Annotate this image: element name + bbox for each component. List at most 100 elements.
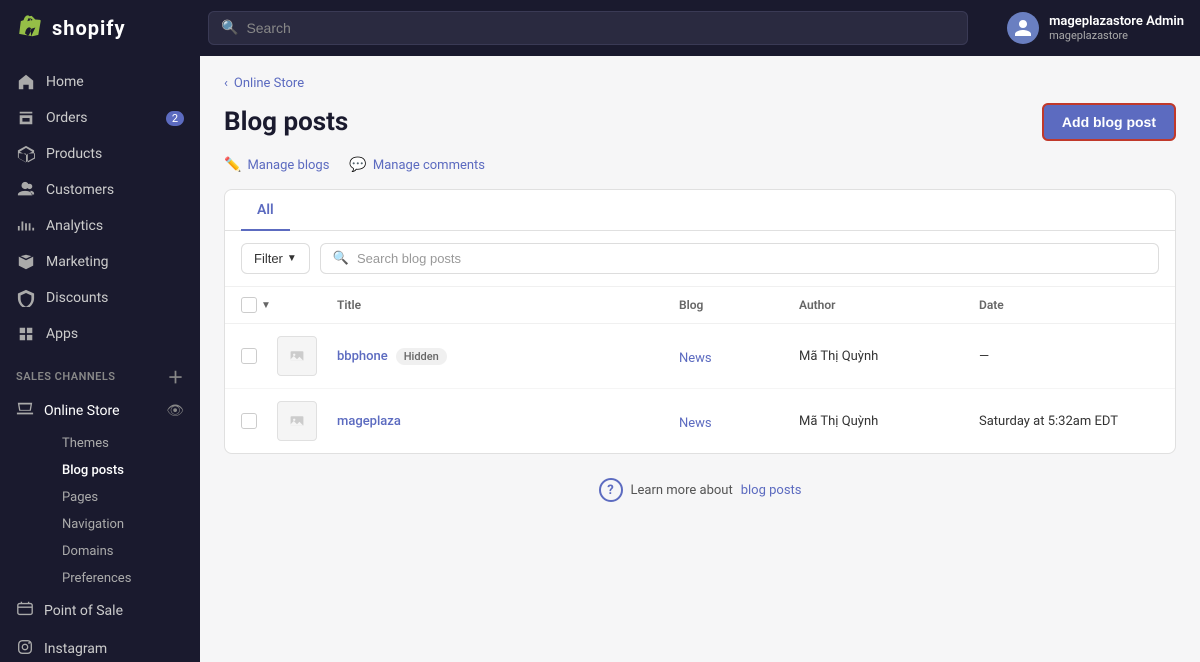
sales-channels-header: SALES CHANNELS ＋	[0, 352, 200, 392]
sidebar-label-discounts: Discounts	[46, 290, 108, 306]
sidebar-item-pos[interactable]: Point of Sale	[0, 592, 200, 630]
sidebar-item-analytics[interactable]: Analytics	[0, 208, 200, 244]
page-title: Blog posts	[224, 107, 348, 137]
filter-bar: Filter ▼ 🔍	[225, 231, 1175, 287]
add-channel-icon[interactable]: ＋	[167, 364, 184, 388]
online-store-icon	[16, 400, 34, 422]
sidebar-sub-pages[interactable]: Pages	[46, 484, 200, 511]
instagram-icon	[16, 638, 34, 660]
sidebar-item-instagram[interactable]: Instagram	[0, 630, 200, 662]
blog-posts-card: All Filter ▼ 🔍 ▼	[224, 189, 1176, 454]
search-bar[interactable]: 🔍	[208, 11, 968, 45]
col-blog-header: Blog	[679, 298, 799, 312]
marketing-icon	[16, 252, 36, 272]
sub-actions: ✏️ Manage blogs 💬 Manage comments	[224, 157, 1176, 173]
filter-button[interactable]: Filter ▼	[241, 243, 310, 274]
add-blog-post-button[interactable]: Add blog post	[1042, 103, 1176, 141]
table-row: mageplaza News Mã Thị Quỳnh Saturday at …	[225, 389, 1175, 453]
learn-more-inner: ? Learn more about blog posts	[599, 478, 802, 502]
row1-checkbox[interactable]	[241, 348, 277, 364]
sidebar-sub-navigation[interactable]: Navigation	[46, 511, 200, 538]
row2-title-cell: mageplaza	[337, 414, 679, 429]
sidebar-item-home[interactable]: Home	[0, 64, 200, 100]
home-icon	[16, 72, 36, 92]
row2-title[interactable]: mageplaza	[337, 414, 401, 429]
search-blog-icon: 🔍	[333, 251, 349, 266]
apps-icon	[16, 324, 36, 344]
sidebar-item-online-store[interactable]: Online Store 👁	[0, 392, 200, 430]
filter-label: Filter	[254, 251, 283, 266]
manage-blogs-label: Manage blogs	[247, 158, 329, 173]
sidebar-label-home: Home	[46, 74, 84, 90]
row2-date: Saturday at 5:32am EDT	[979, 414, 1159, 429]
learn-more-section: ? Learn more about blog posts	[224, 454, 1176, 526]
search-input[interactable]	[246, 20, 955, 36]
sidebar-sub-domains[interactable]: Domains	[46, 538, 200, 565]
shopify-icon	[16, 14, 44, 42]
sidebar-item-products[interactable]: Products	[0, 136, 200, 172]
table-row: bbphone Hidden News Mã Thị Quỳnh —	[225, 324, 1175, 389]
products-icon	[16, 144, 36, 164]
avatar	[1007, 12, 1039, 44]
search-blog-bar[interactable]: 🔍	[320, 243, 1159, 274]
search-blog-input[interactable]	[357, 251, 1146, 266]
online-store-label: Online Store	[44, 403, 120, 419]
select-all-check[interactable]: ▼	[241, 297, 277, 313]
row2-blog-link[interactable]: News	[679, 416, 712, 431]
pos-icon	[16, 600, 34, 622]
tab-all-label: All	[257, 202, 274, 218]
topbar: shopify 🔍 mageplazastore Admin mageplaza…	[0, 0, 1200, 56]
sales-channels-label: SALES CHANNELS	[16, 370, 116, 383]
sidebar-label-orders: Orders	[46, 110, 88, 126]
shopify-logo: shopify	[16, 14, 196, 42]
topbar-right: mageplazastore Admin mageplazastore	[1007, 12, 1184, 44]
manage-comments-link[interactable]: 💬 Manage comments	[349, 157, 485, 173]
row1-check[interactable]	[241, 348, 257, 364]
manage-blogs-link[interactable]: ✏️ Manage blogs	[224, 157, 329, 173]
sidebar-item-apps[interactable]: Apps	[0, 316, 200, 352]
edit-icon: ✏️	[224, 157, 241, 173]
sidebar-item-customers[interactable]: Customers	[0, 172, 200, 208]
row1-title[interactable]: bbphone	[337, 349, 388, 364]
header-checkbox[interactable]	[241, 297, 257, 313]
search-icon: 🔍	[221, 20, 238, 36]
row1-blog: News	[679, 347, 799, 366]
tab-all[interactable]: All	[241, 190, 290, 230]
checkbox-chevron-icon: ▼	[261, 300, 271, 311]
pos-label: Point of Sale	[44, 603, 123, 619]
breadcrumb[interactable]: ‹ Online Store	[224, 76, 1176, 91]
sidebar-sub-blog-posts[interactable]: Blog posts	[46, 457, 200, 484]
filter-chevron-icon: ▼	[287, 253, 297, 264]
sidebar-item-marketing[interactable]: Marketing	[0, 244, 200, 280]
admin-info: mageplazastore Admin mageplazastore	[1049, 14, 1184, 42]
sidebar-item-discounts[interactable]: Discounts	[0, 280, 200, 316]
sidebar-label-products: Products	[46, 146, 102, 162]
blog-posts-learn-link[interactable]: blog posts	[741, 483, 802, 498]
layout: Home Orders 2 Products Customers	[0, 56, 1200, 662]
help-icon: ?	[599, 478, 623, 502]
logo-text: shopify	[52, 16, 126, 40]
sidebar-sub-themes[interactable]: Themes	[46, 430, 200, 457]
themes-label: Themes	[62, 436, 109, 451]
main-content: ‹ Online Store Blog posts Add blog post …	[200, 56, 1200, 662]
customers-icon	[16, 180, 36, 200]
sidebar-sub-preferences[interactable]: Preferences	[46, 565, 200, 592]
breadcrumb-text: Online Store	[234, 76, 304, 91]
sidebar-item-orders[interactable]: Orders 2	[0, 100, 200, 136]
row2-blog: News	[679, 412, 799, 431]
row2-thumbnail	[277, 401, 317, 441]
row1-date: —	[979, 349, 1159, 364]
discounts-icon	[16, 288, 36, 308]
tabs: All	[225, 190, 1175, 231]
sidebar-label-apps: Apps	[46, 326, 78, 342]
instagram-label: Instagram	[44, 641, 107, 657]
page-header: Blog posts Add blog post	[224, 103, 1176, 141]
manage-comments-label: Manage comments	[373, 158, 485, 173]
row2-checkbox[interactable]	[241, 413, 277, 429]
online-store-icons: 👁	[166, 403, 184, 419]
orders-badge: 2	[166, 111, 184, 126]
row2-check[interactable]	[241, 413, 257, 429]
eye-icon[interactable]: 👁	[166, 403, 184, 419]
row1-blog-link[interactable]: News	[679, 351, 712, 366]
preferences-label: Preferences	[62, 571, 131, 586]
